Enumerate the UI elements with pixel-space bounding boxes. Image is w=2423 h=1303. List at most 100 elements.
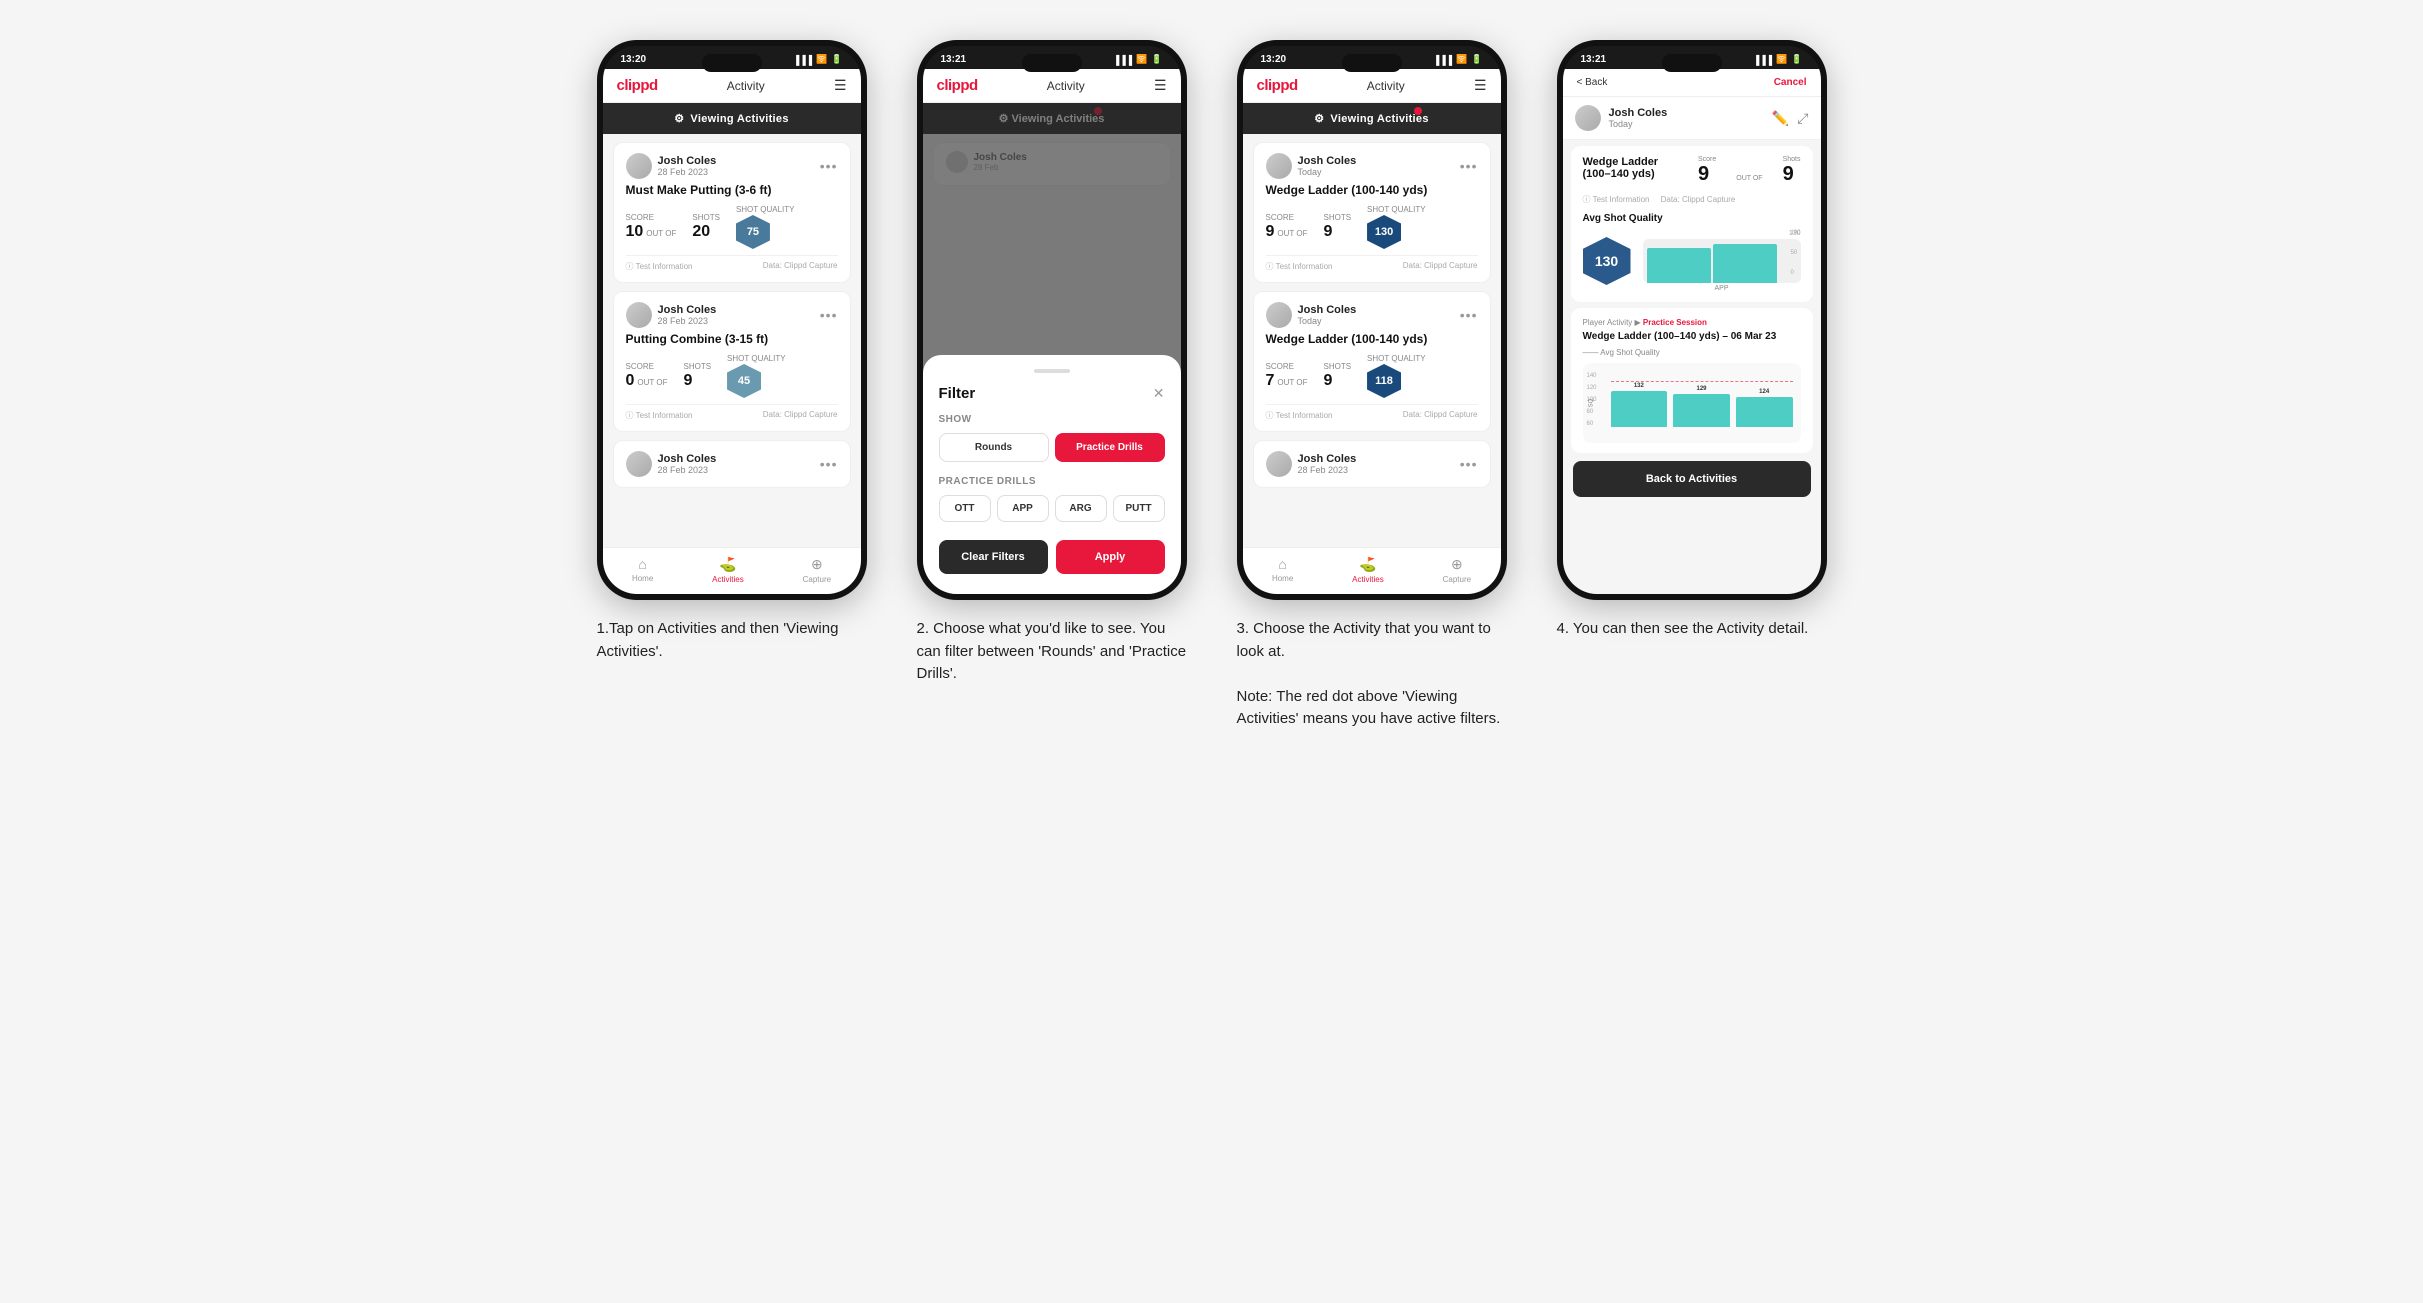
activity-title-3-1: Wedge Ladder (100-140 yds) — [1266, 183, 1478, 197]
putt-drill-btn[interactable]: PUTT — [1113, 495, 1165, 522]
signal-icon-3: ▐▐▐ — [1433, 55, 1452, 65]
user-name-1-3: Josh Coles — [658, 453, 717, 465]
viewing-activities-label-3: Viewing Activities — [1330, 113, 1428, 125]
user-meta-1-3: Josh Coles 28 Feb 2023 — [658, 453, 717, 475]
wifi-icon-3: 🛜 — [1456, 54, 1467, 65]
activities-icon-1: ⛳ — [719, 556, 736, 573]
stat-block-shots-3-2: Shots 9 — [1323, 362, 1351, 390]
header-center-1: Activity — [727, 79, 765, 93]
stat-block-sq-3-2: Shot Quality 118 — [1367, 354, 1426, 398]
card-footer-3-1: ⓘ Test Information Data: Clippd Capture — [1266, 255, 1478, 272]
shots-label-1-2: Shots — [683, 362, 711, 371]
caption-4: 4. You can then see the Activity detail. — [1557, 618, 1827, 641]
edit-icon[interactable]: ✏️ — [1772, 110, 1789, 127]
home-icon-1: ⌂ — [638, 556, 646, 572]
card-header-1-2: Josh Coles 28 Feb 2023 ••• — [626, 302, 838, 328]
card-header-3-2: Josh Coles Today ••• — [1266, 302, 1478, 328]
activity-title-4: Wedge Ladder (100–140 yds) – 06 Mar 23 — [1583, 331, 1801, 342]
practice-drills-toggle[interactable]: Practice Drills — [1055, 433, 1165, 462]
card-header-3-1: Josh Coles Today ••• — [1266, 153, 1478, 179]
app-header-3: clippd Activity ☰ — [1243, 69, 1501, 103]
score-value-1-1: 10 OUT OF — [626, 223, 677, 241]
sq-label-1-2: Shot Quality — [727, 354, 786, 363]
arg-drill-btn[interactable]: ARG — [1055, 495, 1107, 522]
expand-icon[interactable]: ⤢ — [1797, 110, 1808, 127]
nav-activities-1[interactable]: ⛳ Activities — [712, 556, 744, 584]
wifi-icon-2: 🛜 — [1136, 54, 1147, 65]
activity-card-1-2[interactable]: Josh Coles 28 Feb 2023 ••• Putting Combi… — [613, 291, 851, 432]
back-to-activities-button[interactable]: Back to Activities — [1573, 461, 1811, 497]
rounds-toggle[interactable]: Rounds — [939, 433, 1049, 462]
activity-card-3-3[interactable]: Josh Coles 28 Feb 2023 ••• — [1253, 440, 1491, 488]
stats-row-3-1: Score 9 OUT OF Shots 9 — [1266, 205, 1478, 249]
more-dots-1-2[interactable]: ••• — [820, 307, 838, 323]
home-icon-3: ⌂ — [1278, 556, 1286, 572]
session-type-label: Player Activity ▶ Practice Session — [1583, 318, 1801, 327]
activity-card-3-2[interactable]: Josh Coles Today ••• Wedge Ladder (100-1… — [1253, 291, 1491, 432]
notch-4 — [1662, 54, 1722, 72]
sq-label-1-1: Shot Quality — [736, 205, 795, 214]
card-footer-3-2: ⓘ Test Information Data: Clippd Capture — [1266, 404, 1478, 421]
session-type: Practice Session — [1643, 318, 1707, 327]
y-axis: 100 50 0 — [1790, 230, 1800, 276]
stat-block-sq-3-1: Shot Quality 130 — [1367, 205, 1426, 249]
time-1: 13:20 — [621, 54, 647, 65]
hamburger-icon-2[interactable]: ☰ — [1154, 77, 1167, 94]
activity-card-1-1[interactable]: Josh Coles 28 Feb 2023 ••• Must Make Put… — [613, 142, 851, 283]
nav-capture-3[interactable]: ⊕ Capture — [1443, 556, 1471, 584]
status-bar-4: 13:21 ▐▐▐ 🛜 🔋 — [1563, 46, 1821, 69]
caption-3: 3. Choose the Activity that you want to … — [1237, 618, 1507, 731]
drill-buttons: OTT APP ARG PUTT — [939, 495, 1165, 522]
user-info-1-1: Josh Coles 28 Feb 2023 — [626, 153, 717, 179]
more-dots-1-1[interactable]: ••• — [820, 158, 838, 174]
modal-close-button[interactable]: ✕ — [1153, 385, 1165, 402]
modal-title: Filter — [939, 385, 976, 402]
header-center-2: Activity — [1047, 79, 1085, 93]
hamburger-icon-3[interactable]: ☰ — [1474, 77, 1487, 94]
viewing-activities-label-1: Viewing Activities — [690, 113, 788, 125]
cancel-button-4[interactable]: Cancel — [1774, 77, 1807, 88]
app-drill-btn[interactable]: APP — [997, 495, 1049, 522]
avatar-1-3 — [626, 451, 652, 477]
wifi-icon-4: 🛜 — [1776, 54, 1787, 65]
back-button[interactable]: < Back — [1577, 77, 1608, 88]
nav-home-3[interactable]: ⌂ Home — [1272, 556, 1293, 584]
user-name-3-3: Josh Coles — [1298, 453, 1357, 465]
avatar-3-2 — [1266, 302, 1292, 328]
viewing-activities-bar-1[interactable]: ⚙ Viewing Activities — [603, 103, 861, 134]
status-bar-2: 13:21 ▐▐▐ 🛜 🔋 — [923, 46, 1181, 69]
nav-capture-1[interactable]: ⊕ Capture — [803, 556, 831, 584]
activity-card-3-1[interactable]: Josh Coles Today ••• Wedge Ladder (100-1… — [1253, 142, 1491, 283]
viewing-activities-bar-3[interactable]: ⚙ Viewing Activities — [1243, 103, 1501, 134]
clear-filters-button[interactable]: Clear Filters — [939, 540, 1048, 574]
hamburger-icon-1[interactable]: ☰ — [834, 77, 847, 94]
more-dots-3-1[interactable]: ••• — [1460, 158, 1478, 174]
user-info-3-1: Josh Coles Today — [1266, 153, 1357, 179]
status-icons-4: ▐▐▐ 🛜 🔋 — [1753, 54, 1803, 65]
sq-hex-1-1: 75 — [736, 215, 770, 249]
detail-header-4: < Back Cancel — [1563, 69, 1821, 97]
nav-home-1[interactable]: ⌂ Home — [632, 556, 653, 584]
more-dots-3-2[interactable]: ••• — [1460, 307, 1478, 323]
ott-drill-btn[interactable]: OTT — [939, 495, 991, 522]
user-meta-1-2: Josh Coles 28 Feb 2023 — [658, 304, 717, 326]
avg-sq-row: 130 130 100 50 0 — [1583, 230, 1801, 292]
stats-row-3-2: Score 7 OUT OF Shots 9 — [1266, 354, 1478, 398]
filter-modal-overlay: Filter ✕ Show Rounds Practice Drills Pra… — [923, 103, 1181, 594]
apply-button[interactable]: Apply — [1056, 540, 1165, 574]
bottom-nav-1: ⌂ Home ⛳ Activities ⊕ Capture — [603, 547, 861, 594]
user-info-1-3: Josh Coles 28 Feb 2023 — [626, 451, 717, 477]
user-date-3-3: 28 Feb 2023 — [1298, 465, 1357, 475]
red-dot-3 — [1414, 107, 1422, 115]
practice-drills-label: Practice Drills — [939, 476, 1165, 487]
more-dots-1-3[interactable]: ••• — [820, 456, 838, 472]
activity-card-1-3[interactable]: Josh Coles 28 Feb 2023 ••• — [613, 440, 851, 488]
score-label-1-2: Score — [626, 362, 668, 371]
capture-icon-1: ⊕ — [811, 556, 823, 573]
phone-col-4: 13:21 ▐▐▐ 🛜 🔋 < Back Cancel Josh Coles T… — [1547, 40, 1837, 641]
more-dots-3-3[interactable]: ••• — [1460, 456, 1478, 472]
detail-action-icons: ✏️ ⤢ — [1772, 110, 1809, 127]
nav-activities-3[interactable]: ⛳ Activities — [1352, 556, 1384, 584]
modal-handle — [1034, 369, 1070, 373]
status-bar-1: 13:20 ▐▐▐ 🛜 🔋 — [603, 46, 861, 69]
